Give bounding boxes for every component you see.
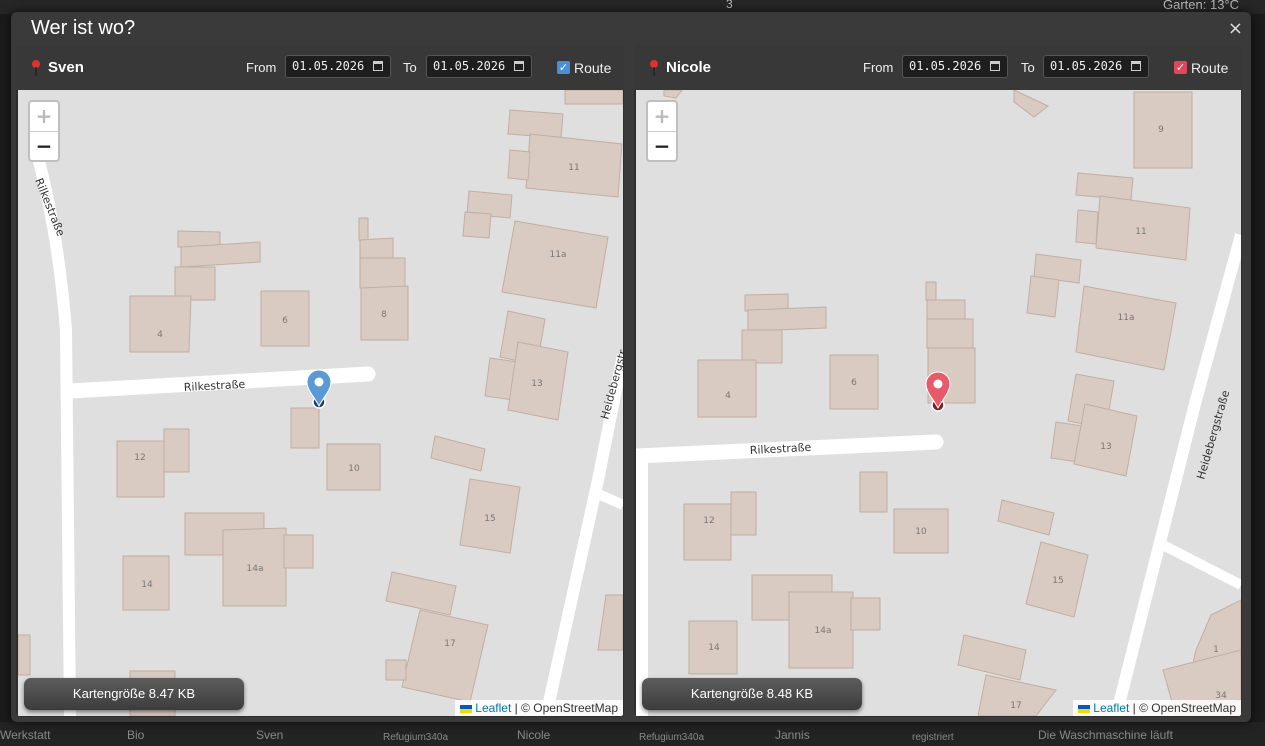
dashboard-bottom-strip: Werkstatt Bio Sven Refugium340a Nicole R… [0, 722, 1265, 746]
to-label: To [1021, 60, 1035, 75]
zoom-in-button[interactable]: + [30, 102, 58, 132]
calendar-icon[interactable] [373, 61, 383, 71]
map-pin-icon [650, 60, 658, 76]
to-label: To [403, 60, 417, 75]
tile-sven[interactable]: Sven [256, 728, 283, 742]
map-view[interactable]: 11 11a 4 6 8 13 12 10 15 14a 14 17 Rilkestraße Rilk… [18, 90, 623, 716]
dashboard-count: 3 [726, 0, 733, 11]
svg-text:6: 6 [851, 378, 857, 388]
tile-nicole-location: Refugium340a [639, 732, 705, 743]
svg-text:11a: 11a [1118, 313, 1135, 323]
from-date-input[interactable]: 01.05.2026 [285, 55, 391, 78]
svg-text:14a: 14a [815, 626, 832, 636]
street-label-rilkestrasse: Rilkestraße [183, 378, 245, 394]
osm-credit: | © OpenStreetMap [1129, 701, 1236, 715]
svg-text:17: 17 [444, 639, 455, 649]
svg-text:12: 12 [134, 453, 145, 463]
map-size-button[interactable]: Kartengröße 8.48 KB [642, 678, 862, 710]
from-date-value: 01.05.2026 [292, 59, 365, 73]
route-checkbox[interactable]: ✓ [557, 61, 570, 74]
svg-text:8: 8 [381, 310, 387, 320]
svg-text:4: 4 [725, 391, 731, 401]
from-label: From [863, 60, 894, 75]
ukraine-flag-icon [1078, 704, 1091, 713]
map-attribution: Leaflet | © OpenStreetMap [1073, 700, 1241, 716]
svg-text:9: 9 [1158, 125, 1164, 135]
svg-text:15: 15 [484, 514, 495, 524]
from-date-value: 01.05.2026 [909, 59, 982, 73]
calendar-icon[interactable] [990, 61, 1000, 71]
tile-nicole[interactable]: Nicole [517, 728, 550, 742]
svg-text:12: 12 [703, 516, 714, 526]
svg-text:10: 10 [348, 464, 360, 474]
map-tiles: 91111a461312101514a1417134 Rilkestraße H… [636, 90, 1241, 716]
calendar-icon[interactable] [1131, 61, 1141, 71]
svg-text:14a: 14a [247, 564, 264, 574]
route-label: Route [574, 60, 612, 76]
person-name: Nicole [666, 59, 712, 76]
svg-text:14: 14 [708, 643, 720, 653]
close-icon[interactable]: × [1228, 18, 1243, 39]
to-date-value: 01.05.2026 [433, 59, 506, 73]
ukraine-flag-icon [460, 704, 473, 713]
svg-text:11: 11 [568, 163, 579, 173]
osm-credit: | © OpenStreetMap [511, 701, 618, 715]
to-date-input[interactable]: 01.05.2026 [1043, 55, 1149, 78]
zoom-control: + − [28, 100, 60, 162]
calendar-icon[interactable] [514, 61, 524, 71]
where-is-who-dialog: Wer ist wo? × Sven From 01.05.2026 To 01… [11, 12, 1251, 722]
from-label: From [246, 60, 277, 75]
zoom-out-button[interactable]: − [30, 132, 58, 161]
svg-text:1: 1 [1213, 645, 1219, 655]
location-marker-icon[interactable] [306, 369, 332, 408]
to-date-value: 01.05.2026 [1050, 59, 1123, 73]
map-tiles: 1111a4681312101514a1417 Rilkestraße Rilk… [18, 90, 623, 716]
to-date-input[interactable]: 01.05.2026 [426, 55, 532, 78]
from-date-input[interactable]: 01.05.2026 [902, 55, 1008, 78]
map-size-button[interactable]: Kartengröße 8.47 KB [24, 678, 244, 710]
person-panel-nicole: Nicole From 01.05.2026 To 01.05.2026 ✓ R… [634, 45, 1242, 717]
tile-bio[interactable]: Bio [127, 728, 144, 742]
tile-washing-status: Die Waschmaschine läuft [1038, 728, 1173, 742]
route-label: Route [1191, 60, 1229, 76]
svg-text:11a: 11a [550, 250, 567, 260]
zoom-in-button[interactable]: + [648, 102, 676, 132]
zoom-control: + − [646, 100, 678, 162]
map-attribution: Leaflet | © OpenStreetMap [455, 700, 623, 716]
person-panel-sven: Sven From 01.05.2026 To 01.05.2026 ✓ Rou… [16, 45, 624, 717]
svg-text:15: 15 [1052, 576, 1063, 586]
zoom-out-button[interactable]: − [648, 132, 676, 161]
dialog-title: Wer ist wo? [31, 17, 136, 39]
svg-text:13: 13 [1100, 442, 1111, 452]
tile-jannis-status: registriert [912, 732, 954, 743]
panel-header: Nicole From 01.05.2026 To 01.05.2026 ✓ R… [634, 45, 1242, 90]
map-view[interactable]: 9 11 11a 4 6 13 12 10 15 14a 14 17 1 34 Rilkestraße H… [636, 90, 1241, 716]
svg-text:10: 10 [915, 527, 927, 537]
tile-sven-location: Refugium340a [383, 732, 449, 743]
leaflet-link[interactable]: Leaflet [1093, 701, 1129, 715]
tile-werkstatt[interactable]: Werkstatt [0, 728, 50, 742]
map-pin-icon [32, 60, 40, 76]
garden-temperature: Garten: 13°C [1163, 0, 1240, 12]
panel-header: Sven From 01.05.2026 To 01.05.2026 ✓ Rou… [16, 45, 624, 90]
svg-text:6: 6 [282, 316, 288, 326]
svg-text:14: 14 [141, 580, 153, 590]
svg-text:13: 13 [531, 379, 542, 389]
person-name: Sven [48, 59, 84, 76]
svg-text:Heidebergstr.: Heidebergstr. [598, 346, 623, 421]
leaflet-link[interactable]: Leaflet [475, 701, 511, 715]
svg-text:11: 11 [1135, 227, 1146, 237]
svg-text:17: 17 [1010, 701, 1021, 711]
tile-jannis[interactable]: Jannis [775, 728, 810, 742]
route-checkbox[interactable]: ✓ [1174, 61, 1187, 74]
svg-text:4: 4 [157, 330, 163, 340]
